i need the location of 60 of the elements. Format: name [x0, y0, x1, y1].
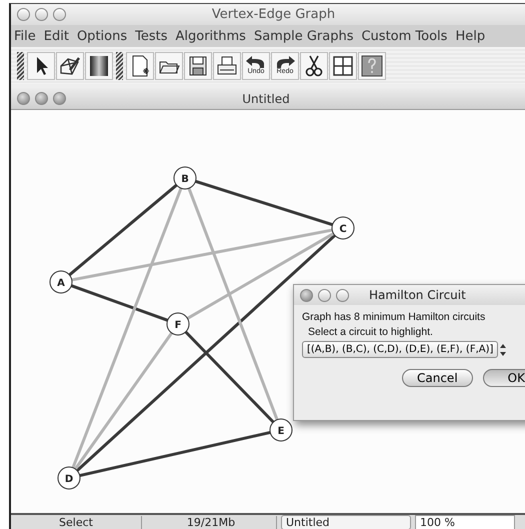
gradient-icon [87, 54, 111, 78]
vertex-circle[interactable] [174, 166, 196, 190]
vertex-circle[interactable] [270, 418, 292, 442]
minimize-button[interactable] [35, 8, 48, 21]
vertex-label: C [339, 224, 347, 235]
close-button[interactable] [300, 288, 313, 302]
dialog-prompt: Select a circuit to highlight. [307, 326, 434, 338]
toolbar-grip [17, 52, 24, 80]
cut-button[interactable] [300, 52, 328, 80]
vertex-circle[interactable] [58, 466, 80, 490]
help-button[interactable] [358, 52, 386, 80]
zoom-field[interactable]: 100 % [415, 515, 515, 529]
zoom-button[interactable] [336, 288, 349, 302]
vertex-label: B [181, 174, 189, 185]
document-title: Untitled [241, 92, 291, 106]
document-dropdown[interactable]: Untitled [281, 515, 411, 529]
ok-button[interactable]: OK [482, 369, 525, 387]
minimize-button[interactable] [318, 288, 331, 302]
vertex-label: E [278, 426, 284, 437]
curved-left-arrow-icon [245, 56, 267, 68]
close-button[interactable] [17, 92, 30, 105]
grid-icon [331, 54, 355, 78]
vertex-label: A [57, 278, 65, 289]
new-file-button[interactable] [126, 52, 154, 80]
menu-item[interactable]: Custom Tools [361, 28, 448, 44]
vertex-circle[interactable] [50, 270, 72, 294]
circuit-dropdown[interactable]: [(A,B), (B,C), (C,D), (D,E), (E,F), (F,A)] [302, 341, 498, 358]
menu-item[interactable]: Options [76, 28, 128, 44]
printer-icon [215, 54, 239, 78]
open-button[interactable] [155, 52, 183, 80]
dialog-title: Hamilton Circuit [369, 288, 466, 302]
menu-item[interactable]: Sample Graphs [254, 28, 354, 44]
dialog-message: Graph has 8 minimum Hamilton circuits [302, 311, 486, 323]
menu-item[interactable]: Edit [44, 28, 69, 44]
menu-item[interactable]: File [14, 28, 36, 44]
minimize-button[interactable] [35, 92, 48, 105]
cancel-button[interactable]: Cancel [402, 369, 473, 387]
menu-item[interactable]: Algorithms [176, 28, 246, 44]
close-button[interactable] [17, 8, 30, 21]
help-icon [360, 54, 384, 78]
dropdown-arrows-icon[interactable] [498, 342, 508, 358]
window-title: Vertex-Edge Graph [210, 7, 336, 22]
grid-button[interactable] [329, 52, 357, 80]
pointer-tool-button[interactable] [27, 52, 55, 80]
print-button[interactable] [213, 52, 241, 80]
vertex-label: D [64, 474, 74, 485]
toolbar-grip [116, 52, 123, 80]
zoom-button[interactable] [53, 92, 66, 105]
memory-status: 19/21Mb [146, 516, 277, 529]
vertex-label: F [174, 320, 182, 331]
mode-status: Select [11, 516, 142, 529]
menu-item[interactable]: Help [455, 28, 486, 44]
vertex-circle[interactable] [166, 312, 190, 336]
curved-right-arrow-icon [274, 56, 296, 68]
zoom-button[interactable] [53, 8, 66, 21]
vertex-circle[interactable] [332, 216, 354, 240]
save-button[interactable] [184, 52, 212, 80]
draw-tool-button[interactable] [56, 52, 84, 80]
shade-tool-button[interactable] [85, 52, 113, 80]
menu-item[interactable]: Tests [135, 28, 168, 44]
